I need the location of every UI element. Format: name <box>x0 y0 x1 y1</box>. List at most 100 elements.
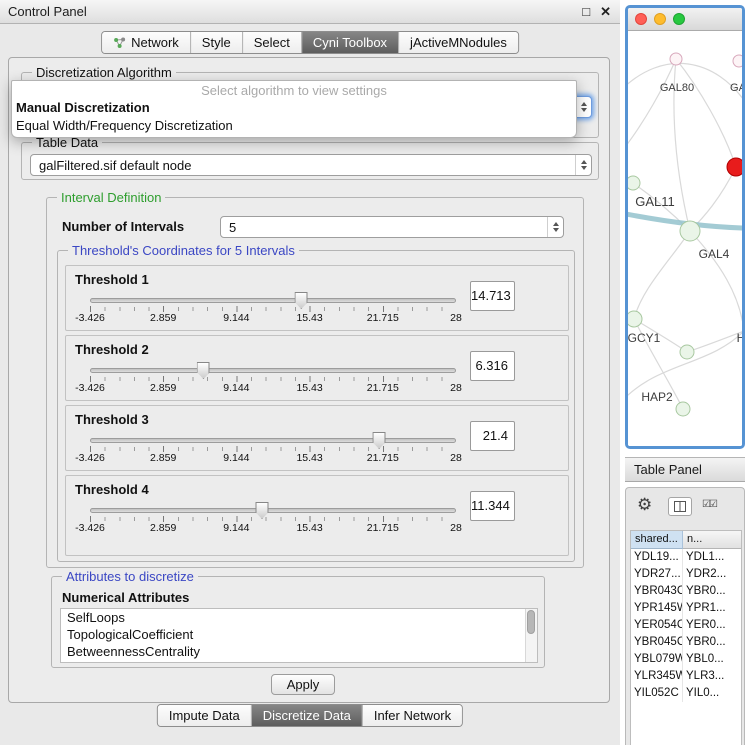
threshold-4-slider[interactable] <box>90 500 456 522</box>
tick-label: 2.859 <box>150 382 176 394</box>
slider-track[interactable] <box>90 438 456 443</box>
close-icon[interactable]: ✕ <box>600 4 611 20</box>
control-panel-titlebar: Control Panel □ ✕ <box>0 0 620 24</box>
threshold-2-panel: Threshold 2 -3.426 2.859 9.144 15.43 <box>65 335 569 401</box>
table-row[interactable]: YER054CYER0... <box>631 617 741 634</box>
table-row[interactable]: YIL052CYIL0... <box>631 685 741 702</box>
tab-select[interactable]: Select <box>242 32 301 53</box>
cell: YBR045C <box>631 634 683 651</box>
cell: YPR145W <box>631 600 683 617</box>
list-item-topologicalcoefficient[interactable]: TopologicalCoefficient <box>61 626 537 643</box>
cell: YBR043C <box>631 583 683 600</box>
threshold-1-slider[interactable] <box>90 290 456 312</box>
network-node[interactable] <box>628 311 642 327</box>
table-data-select-value: galFiltered.sif default node <box>31 158 575 173</box>
number-of-intervals-value: 5 <box>221 220 547 235</box>
table-panel-titlebar: Table Panel <box>625 457 745 482</box>
network-node[interactable] <box>733 55 742 67</box>
tick-label: 9.144 <box>223 452 249 464</box>
table-row[interactable]: YBR043CYBR0... <box>631 583 741 600</box>
scrollbar-thumb[interactable] <box>527 610 535 634</box>
network-node[interactable] <box>676 402 690 416</box>
threshold-2-value[interactable]: 6.316 <box>470 351 515 381</box>
dropdown-option-equal-width-frequency[interactable]: Equal Width/Frequency Discretization <box>12 117 576 135</box>
tab-style[interactable]: Style <box>190 32 242 53</box>
table-data-select[interactable]: galFiltered.sif default node <box>30 154 592 176</box>
network-node[interactable] <box>670 53 682 65</box>
attributes-group-title: Attributes to discretize <box>62 569 198 584</box>
node-table: shared... n... YDL19...YDL1... YDR27...Y… <box>630 530 742 745</box>
slider-scale-labels: -3.426 2.859 9.144 15.43 21.715 28 <box>90 382 456 394</box>
table-row[interactable]: YPR145WYPR1... <box>631 600 741 617</box>
bottom-tab-bar: Impute Data Discretize Data Infer Networ… <box>157 704 463 727</box>
cell: YBL0... <box>683 651 741 668</box>
window-title: Control Panel <box>8 0 87 23</box>
numerical-attributes-label: Numerical Attributes <box>62 590 189 605</box>
threshold-1-panel: Threshold 1 -3.426 2.859 9.144 15.43 <box>65 265 569 331</box>
table-row[interactable]: YBL079WYBL0... <box>631 651 741 668</box>
algorithm-dropdown-popup: Select algorithm to view settings Manual… <box>11 80 577 138</box>
tick-label: 2.859 <box>150 452 176 464</box>
threshold-3-value[interactable]: 21.4 <box>470 421 515 451</box>
right-pane: GAL80GAGAL11GAL4GCY1HHAP2 Table Panel ⚙ … <box>620 0 745 745</box>
gear-icon[interactable]: ⚙ <box>637 495 652 515</box>
number-of-intervals-select[interactable]: 5 <box>220 216 564 238</box>
threshold-2-slider[interactable] <box>90 360 456 382</box>
list-item-betweennesscentrality[interactable]: BetweennessCentrality <box>61 643 537 660</box>
minimize-traffic-light-icon[interactable] <box>654 13 666 25</box>
table-data-group: Table Data galFiltered.sif default node <box>21 142 599 180</box>
slider-track[interactable] <box>90 508 456 513</box>
threshold-2-label: Threshold 2 <box>75 342 149 357</box>
table-row[interactable]: YDR27...YDR2... <box>631 566 741 583</box>
tab-discretize-data[interactable]: Discretize Data <box>251 705 362 726</box>
zoom-traffic-light-icon[interactable] <box>673 13 685 25</box>
tick-label: -3.426 <box>75 382 105 394</box>
network-node[interactable] <box>680 345 694 359</box>
tick-label: 15.43 <box>296 452 322 464</box>
network-view-window[interactable]: GAL80GAGAL11GAL4GCY1HHAP2 <box>625 5 745 449</box>
network-node[interactable] <box>727 158 742 176</box>
show-hide-columns-icon[interactable]: ☑☑ <box>702 499 716 510</box>
threshold-4-label: Threshold 4 <box>75 482 149 497</box>
column-header-shared[interactable]: shared... <box>631 531 683 549</box>
network-node-label: GA <box>730 82 742 94</box>
column-header-name[interactable]: n... <box>683 531 741 549</box>
tab-network[interactable]: Network <box>102 32 190 53</box>
numerical-attributes-list: SelfLoops TopologicalCoefficient Between… <box>60 608 538 663</box>
algorithm-group-title: Discretization Algorithm <box>32 65 176 80</box>
tick-label: 2.859 <box>150 522 176 534</box>
threshold-1-value[interactable]: 14.713 <box>470 281 515 311</box>
threshold-4-value[interactable]: 11.344 <box>470 491 515 521</box>
dropdown-option-manual-discretization[interactable]: Manual Discretization <box>12 99 576 117</box>
screen: Control Panel □ ✕ Network Style <box>0 0 745 745</box>
slider-track[interactable] <box>90 368 456 373</box>
tab-impute-data[interactable]: Impute Data <box>158 705 251 726</box>
tick-label: 15.43 <box>296 382 322 394</box>
threshold-3-slider[interactable] <box>90 430 456 452</box>
tick-label: -3.426 <box>75 522 105 534</box>
select-columns-button[interactable] <box>668 497 692 516</box>
list-item-selfloops[interactable]: SelfLoops <box>61 609 537 626</box>
apply-button[interactable]: Apply <box>271 674 335 695</box>
slider-track[interactable] <box>90 298 456 303</box>
list-scrollbar[interactable] <box>525 609 537 662</box>
network-window-titlebar <box>628 8 742 31</box>
cell: YDL19... <box>631 549 683 566</box>
tick-label: 9.144 <box>223 312 249 324</box>
tab-infer-network[interactable]: Infer Network <box>362 705 462 726</box>
close-traffic-light-icon[interactable] <box>635 13 647 25</box>
float-window-icon[interactable]: □ <box>582 4 590 19</box>
table-row[interactable]: YLR345WYLR3... <box>631 668 741 685</box>
network-node[interactable] <box>628 176 640 190</box>
top-tab-bar: Network Style Select Cyni Toolbox jActiv… <box>101 31 519 54</box>
network-canvas[interactable]: GAL80GAGAL11GAL4GCY1HHAP2 <box>628 31 742 446</box>
network-node[interactable] <box>680 221 700 241</box>
table-row[interactable]: YBR045CYBR0... <box>631 634 741 651</box>
tab-label: Impute Data <box>169 708 240 723</box>
table-row[interactable]: YDL19...YDL1... <box>631 549 741 566</box>
tab-jactivemnodules[interactable]: jActiveMNodules <box>398 32 518 53</box>
tick-label: 21.715 <box>367 312 399 324</box>
tab-cyni-toolbox[interactable]: Cyni Toolbox <box>301 32 398 53</box>
cell: YIL0... <box>683 685 741 702</box>
tab-label: jActiveMNodules <box>410 35 507 50</box>
